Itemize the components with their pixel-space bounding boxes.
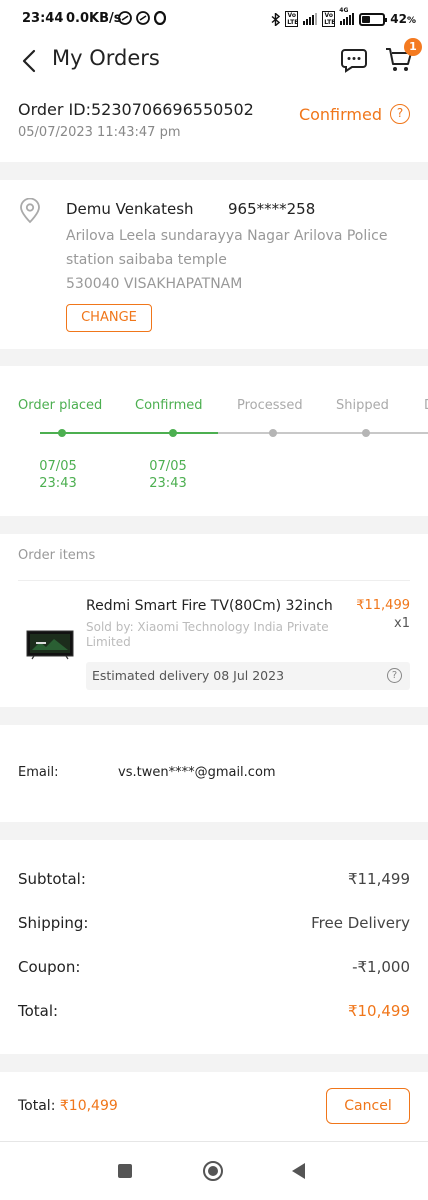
- help-icon[interactable]: ?: [390, 104, 410, 124]
- address-line: Arilova Leela sundarayya Nagar Arilova P…: [66, 228, 388, 268]
- divider-line: [18, 580, 410, 581]
- bottom-bar: Total: ₹10,499 Cancel: [0, 1072, 428, 1142]
- total-label: Total:: [18, 1002, 59, 1020]
- order-status: Confirmed ?: [299, 104, 410, 124]
- order-items-title: Order items: [18, 548, 96, 563]
- shipping-label: Shipping:: [18, 914, 89, 932]
- step-dot: [269, 429, 277, 437]
- total-value: ₹10,499: [347, 1002, 410, 1020]
- step-dot: [58, 429, 66, 437]
- recents-icon[interactable]: [118, 1164, 132, 1178]
- order-header: Order ID:5230706696550502 05/07/2023 11:…: [18, 100, 410, 140]
- order-date: 05/07/2023 11:43:47 pm: [18, 125, 181, 140]
- order-status-label: Confirmed: [298, 104, 382, 124]
- subtotal-value: ₹11,499: [347, 870, 410, 888]
- footer-total: Total: ₹10,499: [18, 1098, 118, 1114]
- back-icon[interactable]: [292, 1163, 305, 1179]
- step-dot: [362, 429, 370, 437]
- step-timestamp: 07/05 23:43: [39, 459, 77, 491]
- product-price: ₹11,499: [356, 598, 410, 613]
- recipient-name: Demu Venkatesh: [66, 200, 194, 218]
- product-quantity: x1: [394, 616, 410, 631]
- product-image[interactable]: [26, 630, 74, 660]
- order-tracker: Order placed Confirmed Processed Shipped…: [0, 366, 428, 516]
- subtotal-label: Subtotal:: [18, 870, 86, 888]
- location-pin-icon: [20, 198, 40, 224]
- bluetooth-icon: [271, 12, 281, 26]
- recipient-phone: 965****258: [228, 200, 316, 218]
- cart-badge: 1: [404, 38, 422, 56]
- cart-button[interactable]: 1: [384, 38, 422, 74]
- email-value: vs.twen****@gmail.com: [118, 765, 276, 780]
- coupon-row: Coupon: -₹1,000: [18, 958, 410, 982]
- step-dot: [169, 429, 177, 437]
- shipping-row: Shipping: Free Delivery: [18, 914, 410, 938]
- system-navigation-bar: [0, 1142, 428, 1200]
- track-line-pending: [218, 432, 428, 434]
- shipping-value: Free Delivery: [311, 914, 410, 932]
- battery-percent: 42%: [390, 12, 416, 26]
- footer-total-amount: ₹10,499: [59, 1098, 118, 1114]
- section-divider: [0, 822, 428, 840]
- coupon-label: Coupon:: [18, 958, 81, 976]
- status-bar: 23:44 0.0KB/s Vo LTE Vo LTE 4G 42%: [0, 0, 428, 40]
- total-row: Total: ₹10,499: [18, 1002, 410, 1026]
- battery-icon: [359, 12, 388, 26]
- app-header: My Orders 1: [0, 38, 428, 82]
- section-divider: [0, 707, 428, 725]
- opera-icon: [154, 11, 166, 25]
- estimated-delivery-text: Estimated delivery 08 Jul 2023: [92, 668, 285, 683]
- section-divider: [0, 516, 428, 534]
- step-shipped: Shipped: [336, 398, 389, 413]
- signal-2-icon: 4G: [339, 7, 355, 25]
- step-delivered: D: [424, 398, 428, 413]
- home-icon[interactable]: [203, 1161, 223, 1181]
- notification-icon: [136, 11, 150, 25]
- notification-icons: [118, 11, 166, 25]
- notification-icon: [118, 11, 132, 25]
- section-divider: [0, 162, 428, 180]
- footer-total-label: Total:: [18, 1098, 60, 1114]
- change-address-button[interactable]: CHANGE: [66, 304, 152, 332]
- track-line-done: [40, 432, 218, 434]
- subtotal-row: Subtotal: ₹11,499: [18, 870, 410, 894]
- network-type: 4G: [339, 7, 349, 14]
- help-icon[interactable]: ?: [387, 668, 402, 683]
- volte-2-icon: Vo LTE: [322, 11, 336, 27]
- signal-1-icon: [303, 13, 318, 25]
- section-divider: [0, 1054, 428, 1072]
- email-label: Email:: [18, 765, 59, 780]
- address-city: 530040 VISAKHAPATNAM: [66, 276, 243, 292]
- step-timestamp: 07/05 23:43: [149, 459, 187, 491]
- status-time: 23:44: [22, 11, 64, 26]
- status-network-speed: 0.0KB/s: [66, 11, 122, 26]
- page-title: My Orders: [52, 46, 160, 70]
- estimated-delivery: Estimated delivery 08 Jul 2023 ?: [86, 662, 410, 690]
- coupon-value: -₹1,000: [352, 958, 410, 976]
- back-arrow-icon[interactable]: [18, 48, 44, 74]
- status-right: Vo LTE Vo LTE 4G 42%: [271, 7, 416, 27]
- product-name[interactable]: Redmi Smart Fire TV(80Cm) 32inch: [86, 598, 333, 614]
- volte-1-icon: Vo LTE: [285, 11, 299, 27]
- step-order-placed: Order placed: [18, 398, 103, 413]
- section-divider: [0, 349, 428, 366]
- cancel-order-button[interactable]: Cancel: [326, 1088, 410, 1124]
- step-confirmed: Confirmed: [135, 398, 203, 413]
- step-processed: Processed: [237, 398, 303, 413]
- chat-icon[interactable]: [340, 46, 368, 74]
- address-text: Arilova Leela sundarayya Nagar Arilova P…: [66, 224, 396, 296]
- product-seller: Sold by: Xiaomi Technology India Private…: [86, 620, 329, 649]
